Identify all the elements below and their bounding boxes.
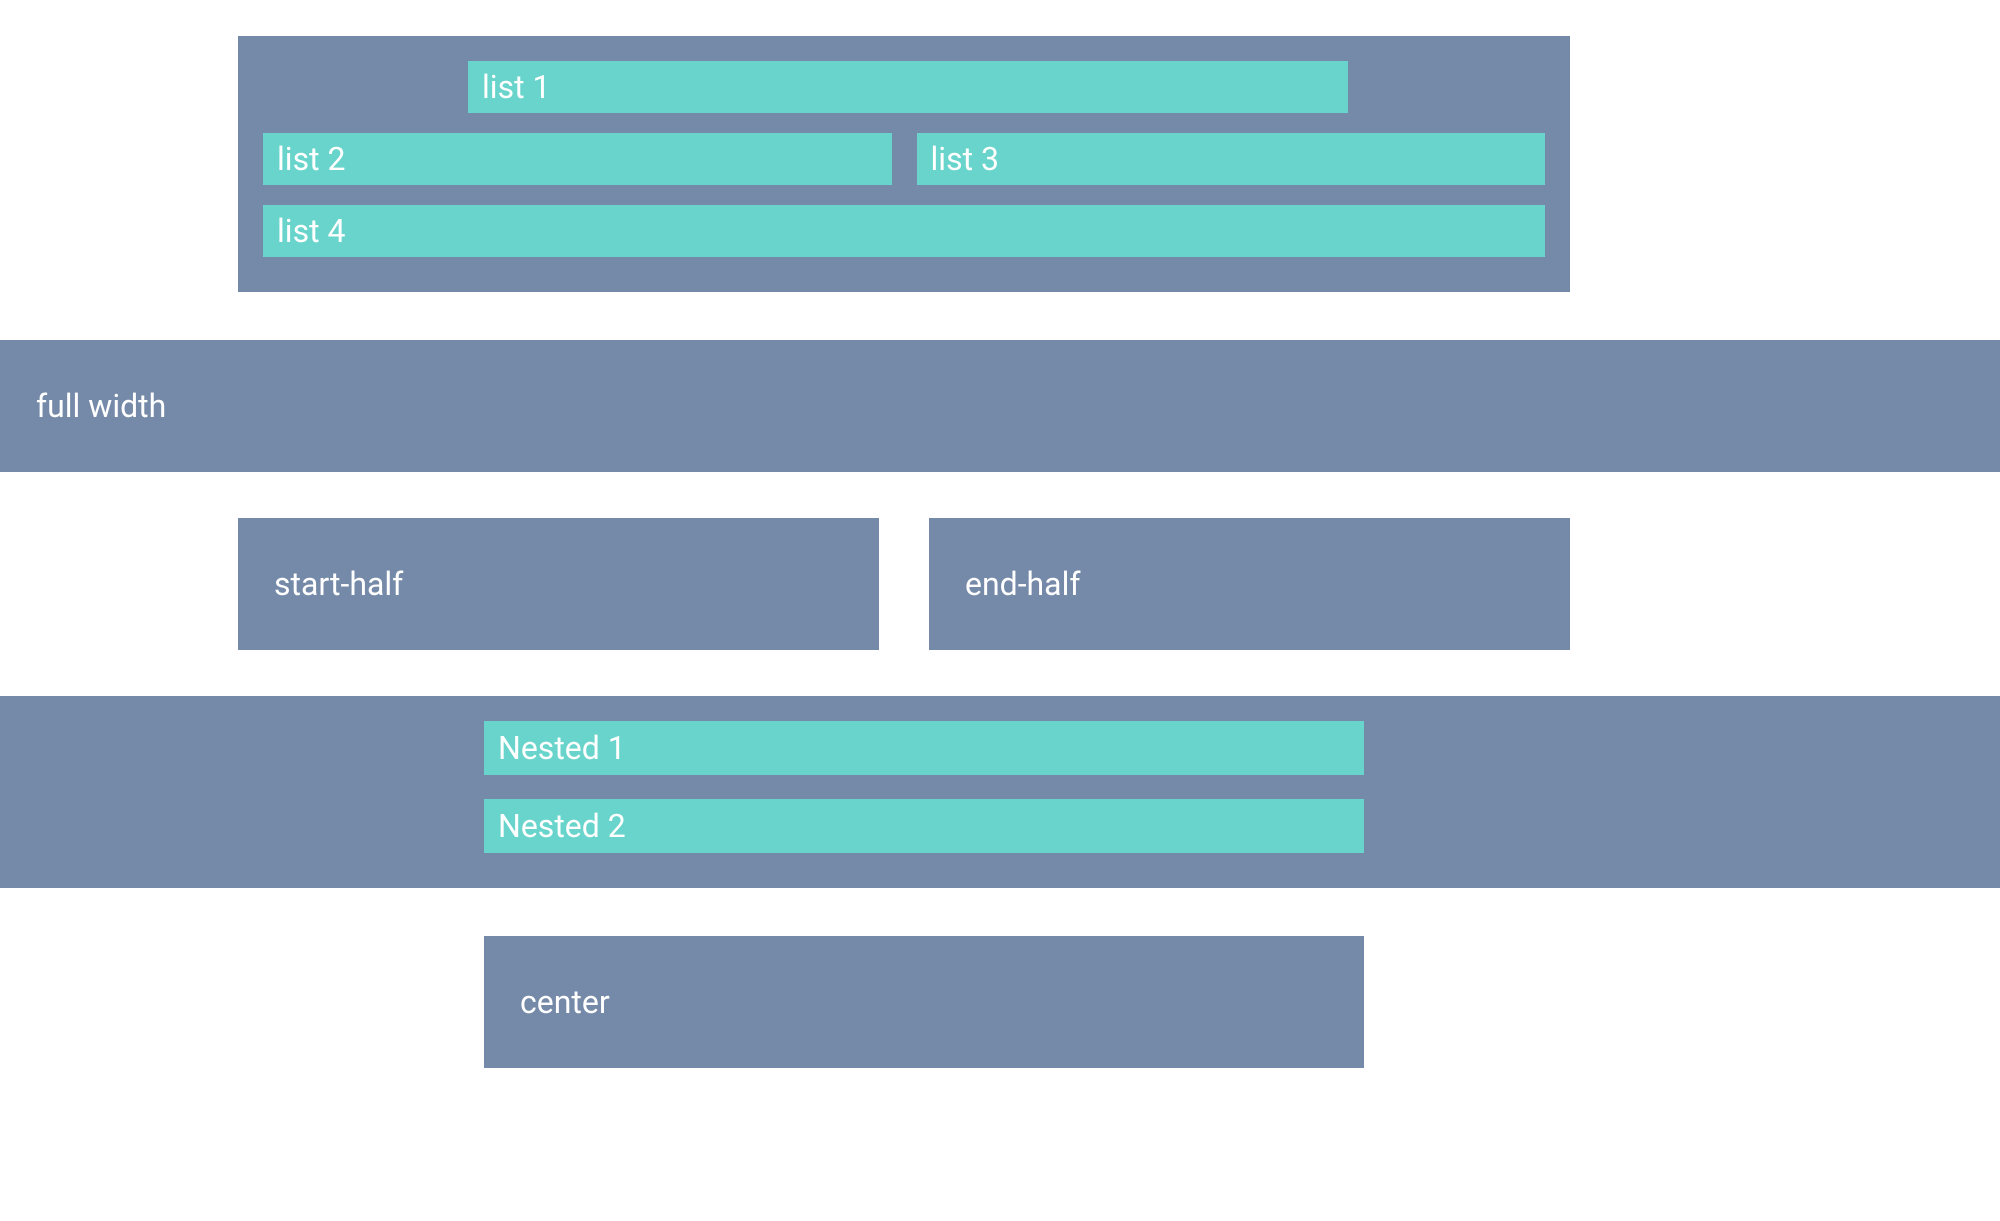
nested-container: Nested 1 Nested 2: [0, 696, 2000, 888]
list-item-4: list 4: [263, 205, 1545, 257]
nested-item-1: Nested 1: [484, 721, 1364, 775]
list-item-2-label: list 2: [277, 140, 345, 178]
list-item-1: list 1: [468, 61, 1348, 113]
end-half-label: end-half: [965, 565, 1080, 603]
top-row-3: list 4: [263, 205, 1545, 257]
nested-inner: Nested 1 Nested 2: [484, 721, 1364, 853]
top-container: list 1 list 2 list 3 list 4: [238, 36, 1570, 292]
center-label: center: [520, 983, 610, 1021]
full-width-label: full width: [36, 387, 166, 425]
start-half-label: start-half: [274, 565, 403, 603]
list-item-2: list 2: [263, 133, 892, 185]
halves-row: start-half end-half: [238, 518, 1570, 650]
end-half-block: end-half: [929, 518, 1570, 650]
start-half-block: start-half: [238, 518, 879, 650]
nested-item-2: Nested 2: [484, 799, 1364, 853]
nested-item-1-label: Nested 1: [498, 729, 626, 767]
nested-item-2-label: Nested 2: [498, 807, 626, 845]
list-item-3-label: list 3: [931, 140, 999, 178]
top-row-1: list 1: [263, 61, 1545, 113]
center-block: center: [484, 936, 1364, 1068]
list-item-1-label: list 1: [482, 68, 550, 106]
list-item-3: list 3: [917, 133, 1546, 185]
list-item-4-label: list 4: [277, 212, 345, 250]
top-row-2: list 2 list 3: [263, 133, 1545, 185]
full-width-block: full width: [0, 340, 2000, 472]
